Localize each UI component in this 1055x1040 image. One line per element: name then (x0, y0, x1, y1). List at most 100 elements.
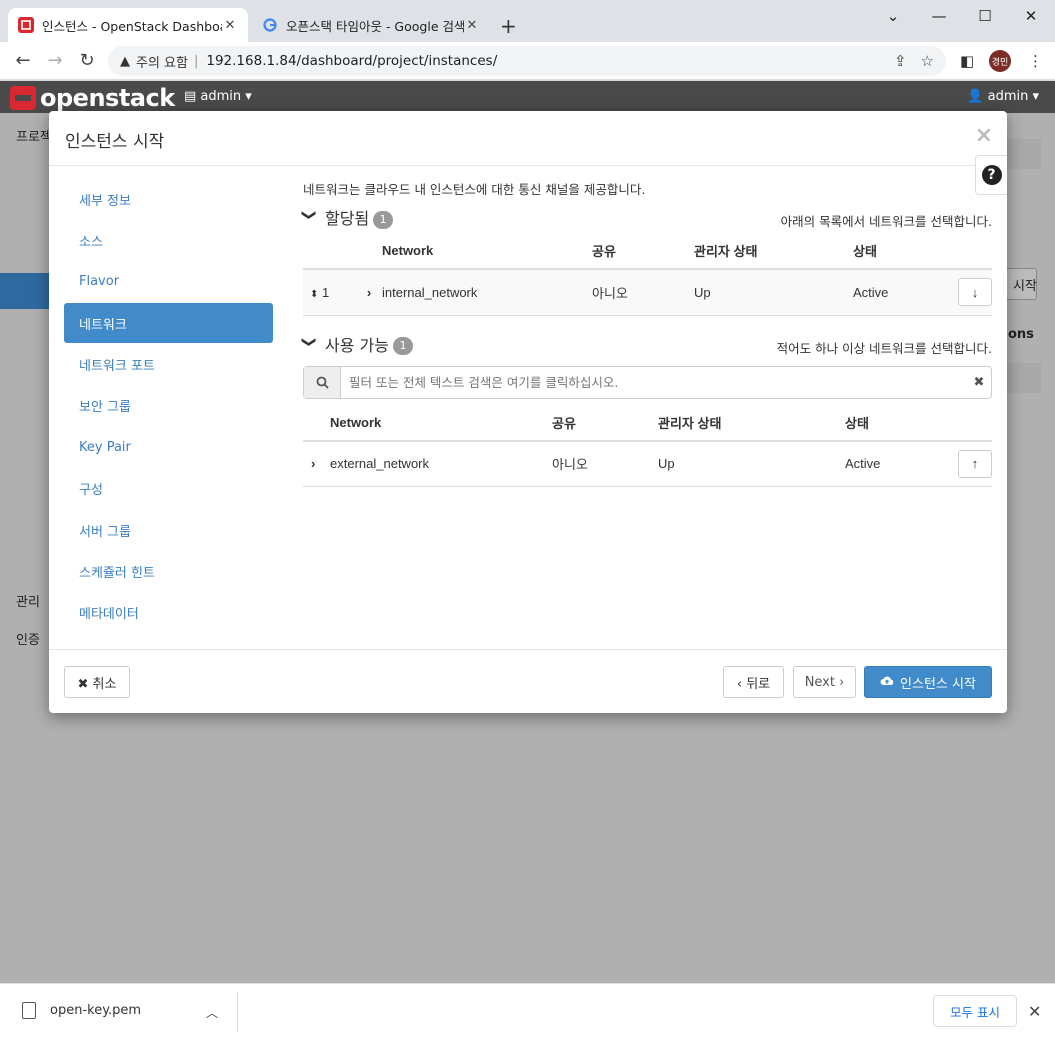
filter-bar: ✖ (303, 365, 992, 399)
download-separator (237, 992, 238, 1032)
wizard-nav: 세부 정보 소스 Flavor 네트워크 네트워크 포트 보안 그룹 Key P… (64, 179, 273, 634)
back-arrow-icon[interactable]: ← (12, 50, 34, 72)
cancel-button[interactable]: ✖ 취소 (64, 666, 130, 698)
clear-filter-icon[interactable]: ✖ (967, 375, 991, 390)
col-action (943, 233, 992, 270)
chevron-down-icon: ❯ (300, 209, 317, 221)
bookmark-star-icon[interactable]: ☆ (921, 52, 934, 70)
tab-search-icon[interactable]: ⌄ (870, 4, 916, 28)
expand-chevron-icon[interactable]: › (303, 440, 330, 487)
network-name: external_network (330, 440, 552, 487)
deallocate-button[interactable]: ↓ (958, 278, 992, 307)
tab-google[interactable]: 오픈스택 타임아웃 - Google 검색 ✕ (252, 8, 490, 42)
nav-configuration[interactable]: 구성 (64, 469, 273, 509)
bg-launch-label: 시작 (1013, 279, 1037, 294)
network-step-content: 네트워크는 클라우드 내 인스턴스에 대한 통신 채널을 제공합니다. ❯ 할당… (300, 179, 992, 487)
nav-details[interactable]: 세부 정보 (64, 179, 273, 219)
tab-title: 오픈스택 타임아웃 - Google 검색 (286, 18, 464, 34)
new-tab-button[interactable]: + (500, 14, 517, 38)
tab-openstack[interactable]: 인스턴스 - OpenStack Dashboard ✕ (8, 8, 248, 42)
modal-header: 인스턴스 시작 × (49, 111, 1007, 166)
col-network: Network (382, 233, 592, 270)
chevron-up-icon[interactable]: ︿ (206, 1004, 218, 1021)
launch-instance-button[interactable]: 인스턴스 시작 (864, 666, 992, 698)
col-order (303, 233, 382, 270)
google-favicon-icon (262, 17, 278, 33)
side-panel-icon[interactable]: ◧ (960, 52, 974, 70)
network-status: Active (853, 269, 943, 316)
allocated-title: 할당됨 1 (325, 205, 394, 229)
download-item[interactable]: open-key.pem (22, 1002, 141, 1019)
available-title-text: 사용 가능 (325, 335, 389, 355)
cloud-upload-icon (880, 675, 894, 690)
col-shared: 공유 (552, 404, 658, 442)
tab-close-icon[interactable]: ✕ (464, 18, 480, 33)
col-action (935, 404, 992, 442)
nav-server-groups[interactable]: 서버 그룹 (64, 510, 273, 550)
nav-scheduler-hints[interactable]: 스케쥴러 힌트 (64, 552, 273, 592)
sort-handle-icon[interactable]: ⬍ (310, 289, 318, 300)
show-all-button[interactable]: 모두 표시 (933, 995, 1017, 1027)
table-row: › external_network 아니오 Up Active ↑ (303, 440, 992, 487)
download-bar: open-key.pem ︿ 모두 표시 ✕ (0, 983, 1055, 1040)
reload-icon[interactable]: ↻ (76, 50, 98, 72)
nav-key-pair[interactable]: Key Pair (64, 427, 273, 467)
bg-panel-2 (1007, 363, 1041, 393)
forward-arrow-icon[interactable]: → (44, 50, 66, 72)
security-warning-label: 주의 요함 (136, 55, 188, 71)
minimize-icon[interactable]: — (916, 4, 962, 28)
project-selector[interactable]: ▤ admin ▾ (184, 89, 252, 104)
nav-metadata[interactable]: 메타데이터 (64, 593, 273, 633)
share-icon[interactable]: ⇪ (894, 52, 907, 70)
expand-chevron-icon[interactable]: › (367, 285, 371, 300)
bg-nav-admin: 관리 (16, 595, 40, 610)
arrow-down-icon: ↓ (971, 284, 979, 300)
allocated-count-badge: 1 (373, 210, 394, 229)
nav-network-ports[interactable]: 네트워크 포트 (64, 345, 273, 385)
back-button[interactable]: ‹ 뒤로 (723, 666, 784, 698)
network-admin-state: Up (694, 269, 853, 316)
available-title: 사용 가능 1 (325, 332, 413, 356)
allocated-section-header[interactable]: ❯ 할당됨 1 아래의 목록에서 네트워크를 선택합니다. (300, 205, 992, 233)
row-order-cell[interactable]: ⬍ 1 › (303, 269, 382, 316)
allocated-table: Network 공유 관리자 상태 상태 ⬍ 1 › internal_netw… (303, 233, 992, 316)
col-status: 상태 (853, 233, 943, 270)
tab-title: 인스턴스 - OpenStack Dashboard (42, 18, 222, 34)
allocate-button[interactable]: ↑ (958, 449, 992, 478)
tab-close-icon[interactable]: ✕ (222, 18, 238, 33)
logo-text: openstack (40, 84, 175, 112)
maximize-icon[interactable]: ☐ (962, 4, 1008, 28)
network-status: Active (845, 440, 935, 487)
file-icon (22, 1002, 36, 1019)
user-menu[interactable]: 👤 admin ▾ (967, 89, 1039, 104)
table-row: ⬍ 1 › internal_network 아니오 Up Active ↓ (303, 269, 992, 316)
nav-source[interactable]: 소스 (64, 220, 273, 260)
address-bar[interactable]: ▲ 주의 요함 | 192.168.1.84/dashboard/project… (108, 46, 946, 76)
search-icon (304, 366, 341, 398)
url-separator: | (193, 53, 199, 69)
bg-actions-label: ons (1008, 327, 1034, 342)
launch-label: 인스턴스 시작 (900, 676, 976, 692)
nav-flavor[interactable]: Flavor (64, 262, 273, 302)
modal-close-icon[interactable]: × (975, 123, 993, 148)
filter-input[interactable] (341, 374, 967, 390)
openstack-logo[interactable]: openstack (10, 84, 175, 112)
menu-kebab-icon[interactable]: ⋮ (1028, 52, 1043, 70)
bg-panel (1007, 139, 1041, 169)
url-text[interactable]: 192.168.1.84/dashboard/project/instances… (206, 53, 880, 69)
profile-avatar[interactable]: 경민 (989, 50, 1011, 72)
available-section-header[interactable]: ❯ 사용 가능 1 적어도 하나 이상 네트워크를 선택합니다. (301, 332, 992, 360)
window-close-icon[interactable]: ✕ (1008, 4, 1054, 28)
network-shared: 아니오 (552, 440, 658, 487)
nav-networks[interactable]: 네트워크 (64, 303, 273, 344)
allocated-hint: 아래의 목록에서 네트워크를 선택합니다. (780, 214, 992, 229)
close-download-bar-icon[interactable]: ✕ (1028, 1002, 1041, 1021)
bg-nav-identity: 인증 (16, 633, 40, 648)
arrow-up-icon: ↑ (971, 456, 979, 472)
col-admin-state: 관리자 상태 (658, 404, 845, 442)
openstack-favicon-icon (18, 17, 34, 33)
next-button[interactable]: Next › (793, 666, 856, 698)
modal-footer: ✖ 취소 ‹ 뒤로 Next › 인스턴스 시작 (49, 649, 1007, 713)
warning-icon: ▲ (120, 53, 130, 69)
nav-security-groups[interactable]: 보안 그룹 (64, 386, 273, 426)
